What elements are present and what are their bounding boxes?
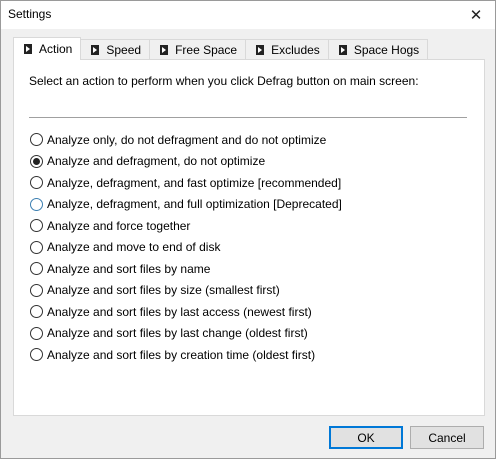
tab-excludes[interactable]: Excludes (245, 39, 329, 60)
option-label: Analyze and move to end of disk (47, 240, 221, 255)
option-label: Analyze and sort files by size (smallest… (47, 283, 280, 298)
radio-button[interactable] (30, 283, 43, 297)
tab-speed[interactable]: Speed (80, 39, 151, 60)
play-icon (160, 45, 169, 55)
option-label: Analyze and sort files by creation time … (47, 347, 316, 362)
tab-free-space[interactable]: Free Space (149, 39, 247, 60)
cancel-button[interactable]: Cancel (410, 426, 484, 449)
instruction-text: Select an action to perform when you cli… (29, 74, 419, 88)
option-move-to-end[interactable]: Analyze and move to end of disk (30, 237, 342, 259)
window-title: Settings (8, 7, 52, 21)
ok-button[interactable]: OK (329, 426, 403, 449)
tab-action[interactable]: Action (13, 37, 82, 60)
divider (29, 117, 467, 118)
tab-label: Action (39, 42, 73, 56)
play-icon (338, 45, 347, 55)
option-sort-by-last-access[interactable]: Analyze and sort files by last access (n… (30, 301, 342, 323)
action-panel: Select an action to perform when you cli… (13, 59, 485, 416)
option-fast-optimize[interactable]: Analyze, defragment, and fast optimize [… (30, 172, 342, 194)
option-label: Analyze and force together (47, 218, 191, 233)
option-sort-by-last-change[interactable]: Analyze and sort files by last change (o… (30, 323, 342, 345)
play-icon (91, 45, 100, 55)
radio-button[interactable] (30, 348, 43, 362)
option-label: Analyze and sort files by last change (o… (47, 326, 308, 341)
option-label: Analyze only, do not defragment and do n… (47, 132, 327, 147)
option-force-together[interactable]: Analyze and force together (30, 215, 342, 237)
radio-button[interactable] (30, 176, 43, 190)
option-sort-by-name[interactable]: Analyze and sort files by name (30, 258, 342, 280)
radio-button-selected[interactable] (30, 154, 43, 168)
radio-button[interactable] (30, 240, 43, 254)
option-label: Analyze, defragment, and full optimizati… (47, 197, 342, 212)
option-analyze-defragment[interactable]: Analyze and defragment, do not optimize (30, 151, 342, 173)
option-sort-by-creation-time[interactable]: Analyze and sort files by creation time … (30, 344, 342, 366)
radio-button[interactable] (30, 262, 43, 276)
tab-label: Space Hogs (353, 43, 420, 57)
radio-button[interactable] (30, 305, 43, 319)
title-bar: Settings ✕ (1, 1, 495, 29)
radio-button[interactable] (30, 326, 43, 340)
option-analyze-only[interactable]: Analyze only, do not defragment and do n… (30, 129, 342, 151)
tab-label: Excludes (271, 43, 320, 57)
close-button[interactable]: ✕ (461, 1, 491, 29)
settings-dialog: Settings ✕ Action Speed Free Space Exclu… (0, 0, 496, 459)
tab-label: Free Space (175, 43, 238, 57)
play-icon (256, 45, 265, 55)
tab-space-hogs[interactable]: Space Hogs (327, 39, 429, 60)
radio-dot-icon (33, 157, 40, 165)
tab-label: Speed (106, 43, 142, 57)
option-full-optimization[interactable]: Analyze, defragment, and full optimizati… (30, 194, 342, 216)
option-label: Analyze, defragment, and fast optimize [… (47, 175, 342, 190)
option-label: Analyze and sort files by last access (n… (47, 304, 312, 319)
tab-strip: Action Speed Free Space Excludes Space H… (13, 37, 429, 60)
radio-button[interactable] (30, 133, 43, 147)
action-options: Analyze only, do not defragment and do n… (30, 129, 342, 366)
option-label: Analyze and sort files by name (47, 261, 211, 276)
radio-button[interactable] (30, 219, 43, 233)
radio-button[interactable] (30, 197, 43, 211)
option-label: Analyze and defragment, do not optimize (47, 154, 266, 169)
option-sort-by-size[interactable]: Analyze and sort files by size (smallest… (30, 280, 342, 302)
play-icon (24, 44, 32, 54)
